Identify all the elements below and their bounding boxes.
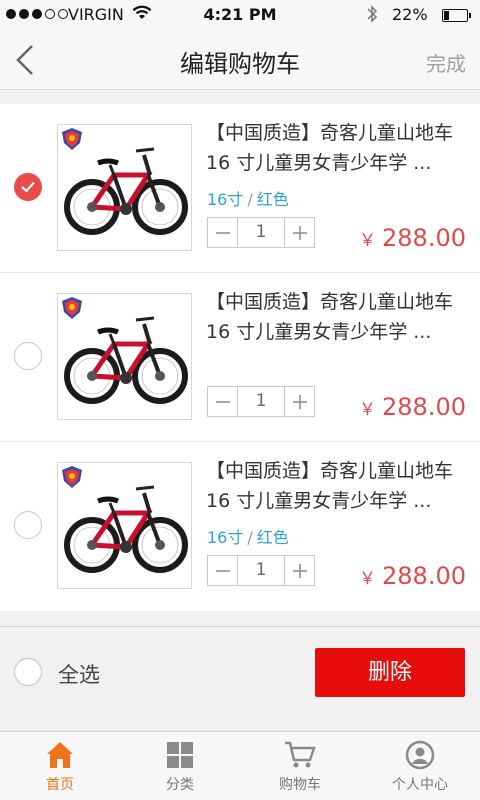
increase-button[interactable] — [284, 387, 314, 416]
item-select-radio[interactable] — [14, 173, 42, 201]
price-value: 288.00 — [382, 224, 466, 252]
product-price: ￥ 288.00 — [359, 393, 466, 421]
spec-color: 红色 — [256, 190, 289, 209]
bluetooth-icon — [366, 4, 378, 28]
done-button[interactable]: 完成 — [426, 48, 466, 77]
price-value: 288.00 — [382, 393, 466, 421]
quantity-stepper: 1 — [207, 217, 315, 248]
category-icon — [165, 740, 195, 774]
cart-item: 【中国质造】奇客儿童山地车 16 寸儿童男女青少年学 ... 16寸 / 红色 1 … — [0, 104, 480, 273]
minus-icon — [215, 231, 230, 234]
plus-icon — [292, 563, 307, 578]
decrease-button[interactable] — [208, 387, 238, 416]
product-title[interactable]: 【中国质造】奇客儿童山地车 16 寸儿童男女青少年学 ... — [206, 287, 471, 347]
quantity-value[interactable]: 1 — [238, 387, 284, 416]
product-image[interactable] — [57, 124, 192, 251]
cart-item: 【中国质造】奇客儿童山地车 16 寸儿童男女青少年学 ... 1 ￥ 288.00 — [0, 273, 480, 442]
cart-item: 【中国质造】奇客儿童山地车 16 寸儿童男女青少年学 ... 16寸 / 红色 1 … — [0, 442, 480, 611]
currency-symbol: ￥ — [359, 400, 377, 420]
cart-list: 【中国质造】奇客儿童山地车 16 寸儿童男女青少年学 ... 16寸 / 红色 1 … — [0, 104, 480, 611]
tab-label: 分类 — [166, 777, 194, 793]
tab-home[interactable]: 首页 — [0, 732, 120, 800]
product-spec: 16寸 / 红色 — [207, 524, 289, 548]
item-select-radio[interactable] — [14, 511, 42, 539]
item-select-radio[interactable] — [14, 342, 42, 370]
product-image[interactable] — [57, 462, 192, 589]
currency-symbol: ￥ — [359, 569, 377, 589]
plus-icon — [292, 225, 307, 240]
battery-level-fill — [444, 11, 449, 20]
decrease-button[interactable] — [208, 218, 238, 247]
tab-profile[interactable]: 个人中心 — [360, 732, 480, 800]
brand-badge-icon — [62, 297, 82, 319]
tab-label: 个人中心 — [392, 777, 448, 793]
tab-cart[interactable]: 购物车 — [240, 732, 360, 800]
brand-badge-icon — [62, 466, 82, 488]
profile-icon — [405, 740, 435, 774]
price-value: 288.00 — [382, 562, 466, 590]
decrease-button[interactable] — [208, 556, 238, 585]
product-image[interactable] — [57, 293, 192, 420]
increase-button[interactable] — [284, 556, 314, 585]
select-all-label[interactable]: 全选 — [58, 659, 100, 689]
tab-label: 首页 — [46, 777, 74, 793]
plus-icon — [292, 394, 307, 409]
product-price: ￥ 288.00 — [359, 562, 466, 590]
product-title[interactable]: 【中国质造】奇客儿童山地车 16 寸儿童男女青少年学 ... — [206, 456, 471, 516]
product-spec — [207, 355, 215, 374]
cart-action-bar: 全选 删除 — [0, 626, 480, 731]
battery-icon — [442, 9, 471, 22]
quantity-value[interactable]: 1 — [238, 218, 284, 247]
nav-bar: 编辑购物车 完成 — [0, 30, 480, 90]
spec-color: 红色 — [256, 528, 289, 547]
increase-button[interactable] — [284, 218, 314, 247]
home-icon — [45, 740, 75, 774]
spec-separator: / — [247, 190, 253, 209]
status-bar: VIRGIN 4:21 PM 22% — [0, 0, 480, 30]
cart-icon — [284, 740, 316, 774]
tab-bar: 首页 分类 购物车 个人中心 — [0, 731, 480, 800]
product-title[interactable]: 【中国质造】奇客儿童山地车 16 寸儿童男女青少年学 ... — [206, 118, 471, 178]
select-all-radio[interactable] — [14, 658, 42, 686]
delete-button[interactable]: 删除 — [315, 648, 465, 697]
checkmark-icon — [21, 181, 35, 193]
minus-icon — [215, 400, 230, 403]
page-title: 编辑购物车 — [180, 50, 300, 78]
currency-symbol: ￥ — [359, 231, 377, 251]
minus-icon — [215, 569, 230, 572]
spec-separator: / — [247, 528, 253, 547]
tab-category[interactable]: 分类 — [120, 732, 240, 800]
tab-label: 购物车 — [279, 777, 321, 793]
spec-size: 16寸 — [207, 190, 244, 209]
spec-size: 16寸 — [207, 528, 244, 547]
quantity-stepper: 1 — [207, 386, 315, 417]
product-price: ￥ 288.00 — [359, 224, 466, 252]
battery-percent: 22% — [392, 5, 428, 24]
quantity-value[interactable]: 1 — [238, 556, 284, 585]
quantity-stepper: 1 — [207, 555, 315, 586]
brand-badge-icon — [62, 128, 82, 150]
product-spec: 16寸 / 红色 — [207, 186, 289, 210]
